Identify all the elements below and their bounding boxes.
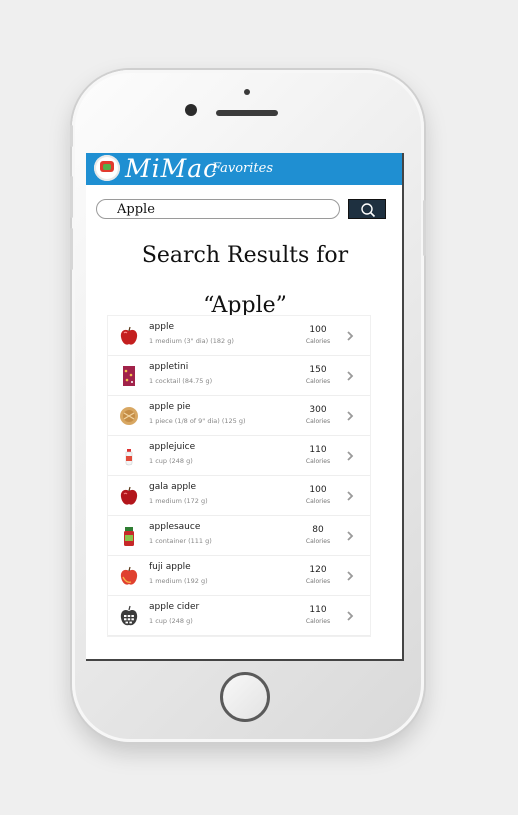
volume-up-button[interactable] xyxy=(70,176,73,218)
calories-label: Calories xyxy=(305,538,331,545)
chevron-right-icon xyxy=(347,611,354,621)
calories-label: Calories xyxy=(305,578,331,585)
food-name: apple pie xyxy=(149,402,191,412)
app-screen: MiMac Favorites Search Results for “Appl… xyxy=(86,153,404,661)
food-serving: 1 piece (1/8 of 9" dia) (125 g) xyxy=(149,417,246,425)
food-name: fuji apple xyxy=(149,562,191,572)
app-logo-icon xyxy=(94,155,120,181)
front-camera xyxy=(185,104,197,116)
red-apple-icon xyxy=(120,566,138,585)
earpiece-speaker xyxy=(216,110,278,116)
chevron-right-icon xyxy=(347,451,354,461)
food-serving: 1 cup (248 g) xyxy=(149,617,193,625)
calories-label: Calories xyxy=(305,338,331,345)
volume-down-button[interactable] xyxy=(70,228,73,270)
list-item[interactable]: applejuice 1 cup (248 g) 110 Calories xyxy=(108,436,370,476)
red-apple-icon xyxy=(120,486,138,505)
juice-bottle-icon xyxy=(125,449,133,466)
food-placeholder-icon xyxy=(120,605,138,626)
food-calories: 100 xyxy=(309,325,327,335)
favorites-link[interactable]: Favorites xyxy=(212,161,273,177)
app-brand: MiMac xyxy=(125,154,219,183)
food-serving: 1 container (111 g) xyxy=(149,537,212,545)
list-item[interactable]: apple cider 1 cup (248 g) 110 Calories xyxy=(108,596,370,636)
food-calories: 100 xyxy=(309,485,327,495)
search-icon xyxy=(361,203,376,218)
power-button[interactable] xyxy=(423,200,426,256)
chevron-right-icon xyxy=(347,411,354,421)
home-button[interactable] xyxy=(220,672,270,722)
food-calories: 120 xyxy=(309,565,327,575)
list-item[interactable]: appletini 1 cocktail (84.75 g) 150 Calor… xyxy=(108,356,370,396)
calories-label: Calories xyxy=(305,378,331,385)
chevron-right-icon xyxy=(347,491,354,501)
search-button[interactable] xyxy=(348,199,386,219)
food-name: apple xyxy=(149,322,174,332)
food-name: gala apple xyxy=(149,482,197,492)
list-item[interactable]: gala apple 1 medium (172 g) 100 Calories xyxy=(108,476,370,516)
food-serving: 1 medium (192 g) xyxy=(149,577,208,585)
list-item[interactable]: applesauce 1 container (111 g) 80 Calori… xyxy=(108,516,370,556)
list-item[interactable]: fuji apple 1 medium (192 g) 120 Calories xyxy=(108,556,370,596)
front-sensor xyxy=(244,89,250,95)
food-calories: 110 xyxy=(309,605,327,615)
chevron-right-icon xyxy=(347,371,354,381)
food-serving: 1 cup (248 g) xyxy=(149,457,193,465)
chevron-right-icon xyxy=(347,531,354,541)
calories-label: Calories xyxy=(305,458,331,465)
food-serving: 1 medium (3" dia) (182 g) xyxy=(149,337,234,345)
chevron-right-icon xyxy=(347,331,354,341)
mute-switch[interactable] xyxy=(70,125,73,147)
calories-label: Calories xyxy=(305,618,331,625)
results-list: apple 1 medium (3" dia) (182 g) 100 Calo… xyxy=(108,316,370,636)
food-calories: 150 xyxy=(309,365,327,375)
food-name: apple cider xyxy=(149,602,200,612)
list-item[interactable]: apple pie 1 piece (1/8 of 9" dia) (125 g… xyxy=(108,396,370,436)
food-calories: 80 xyxy=(312,525,324,535)
sauce-jar-icon xyxy=(124,527,134,546)
results-title-line1: Search Results for xyxy=(141,243,349,268)
app-bar: MiMac Favorites xyxy=(86,153,402,185)
food-serving: 1 medium (172 g) xyxy=(149,497,208,505)
search-input[interactable] xyxy=(96,199,340,219)
red-apple-icon xyxy=(120,326,138,345)
pie-icon xyxy=(120,407,138,425)
food-name: appletini xyxy=(149,362,189,372)
cocktail-icon xyxy=(123,366,135,386)
chevron-right-icon xyxy=(347,571,354,581)
food-calories: 110 xyxy=(309,445,327,455)
list-item[interactable]: apple 1 medium (3" dia) (182 g) 100 Calo… xyxy=(108,316,370,356)
food-name: applesauce xyxy=(149,522,201,532)
calories-label: Calories xyxy=(305,418,331,425)
calories-label: Calories xyxy=(305,498,331,505)
food-calories: 300 xyxy=(309,405,327,415)
food-name: applejuice xyxy=(149,442,196,452)
food-serving: 1 cocktail (84.75 g) xyxy=(149,377,213,385)
